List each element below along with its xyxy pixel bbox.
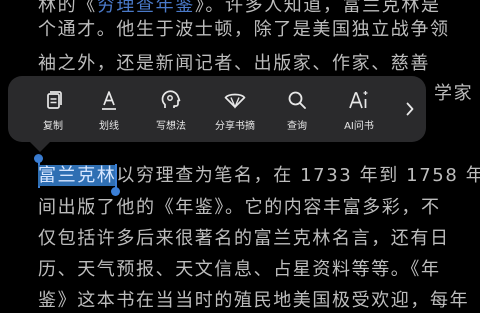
underline-icon (102, 91, 116, 110)
text-fragment: 林的《 (38, 0, 97, 16)
text-line-7: 历、天气预报、天文信息、占星资料等等。《年 (38, 259, 441, 280)
text-line-5: 间出版了他的《年鉴》。它的内容丰富多彩，不 (38, 197, 441, 218)
text-line-6: 仅包括许多后来很著名的富兰克林名言，还有日 (38, 228, 450, 249)
share-excerpt-button[interactable]: 分享书摘 (206, 88, 264, 134)
lookup-label: 查询 (287, 121, 307, 132)
thought-icon (161, 90, 181, 108)
selection-end-handle[interactable] (111, 187, 120, 196)
write-thought-label: 写想法 (156, 121, 186, 132)
underline-label: 划线 (99, 121, 119, 132)
book-title-link[interactable]: 穷理查年鉴 (97, 0, 195, 16)
reader-page: 林的《穷理查年鉴》。许多人知道，富兰克林是 个通才。他生于波士顿，除了是美国独立… (0, 0, 480, 311)
share-fan-icon (224, 93, 246, 109)
text-line-partial: 学家 (434, 83, 474, 104)
selection-toolbar: 复制 划线 写想法 分享书摘 查询 AI问书 (8, 76, 426, 152)
search-icon (288, 91, 306, 109)
lookup-button[interactable]: 查询 (268, 88, 326, 134)
more-options-button[interactable] (396, 98, 424, 120)
ai-icon (349, 91, 368, 109)
chevron-right-icon (406, 102, 414, 116)
ai-ask-book-button[interactable]: AI问书 (330, 88, 388, 134)
copy-icon (47, 91, 62, 109)
text-fragment: 以穷理查为笔名，在 1733 年到 1758 年 (116, 165, 480, 186)
text-fragment: 》。许多人知道，富兰克林是 (194, 0, 441, 16)
text-line-1: 林的《穷理查年鉴》。许多人知道，富兰克林是 (38, 0, 441, 18)
copy-label: 复制 (43, 121, 63, 132)
text-line-2: 个通才。他生于波士顿，除了是美国独立战争领 (38, 19, 450, 40)
write-thought-button[interactable]: 写想法 (142, 88, 200, 134)
share-excerpt-label: 分享书摘 (215, 121, 255, 132)
copy-button[interactable]: 复制 (24, 88, 82, 134)
underline-button[interactable]: 划线 (80, 88, 138, 134)
text-line-3: 袖之外，还是新闻记者、出版家、作家、慈善 (38, 53, 430, 74)
text-line-4: 富兰克林以穷理查为笔名，在 1733 年到 1758 年 (38, 164, 480, 188)
selected-text[interactable]: 富兰克林 (38, 165, 117, 186)
text-line-8: 鉴》这本书在当当时的殖民地美国极受欢迎，每年 (38, 290, 470, 311)
ai-ask-book-label: AI问书 (344, 121, 374, 132)
